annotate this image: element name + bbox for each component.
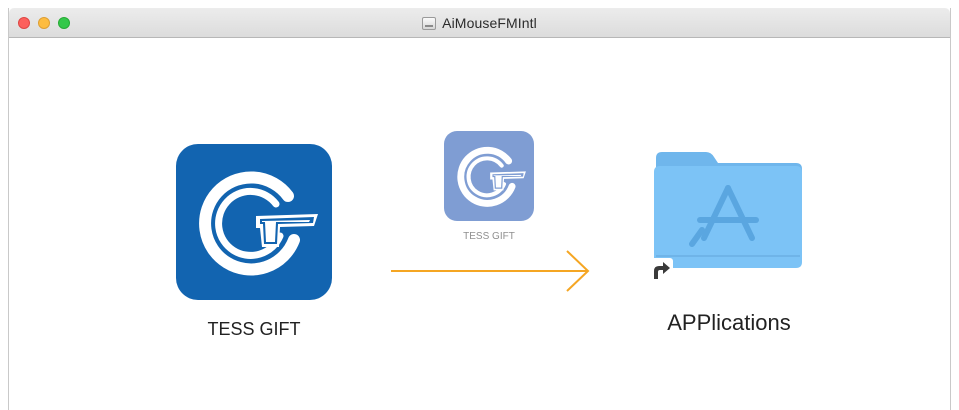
- dragging-app-label: TESS GIFT: [463, 231, 515, 242]
- window-title: AiMouseFMIntl: [442, 15, 537, 31]
- destination-folder-label: APPlications: [667, 310, 791, 335]
- tess-gift-app-icon[interactable]: [176, 144, 332, 300]
- title-bar[interactable]: AiMouseFMIntl: [9, 8, 950, 38]
- applications-folder-icon[interactable]: [652, 148, 804, 272]
- installer-window: AiMouseFMIntl TESS GIFT TESS GIFT APPlic…: [8, 8, 951, 410]
- source-app-label: TESS GIFT: [207, 319, 301, 339]
- window-content: TESS GIFT TESS GIFT APPlications: [9, 38, 950, 410]
- disk-image-icon: [422, 16, 437, 30]
- drag-arrow-icon: [391, 250, 590, 292]
- alias-arrow-icon: [649, 258, 673, 282]
- tess-gift-drag-icon[interactable]: [444, 131, 534, 221]
- title-group: AiMouseFMIntl: [9, 8, 950, 38]
